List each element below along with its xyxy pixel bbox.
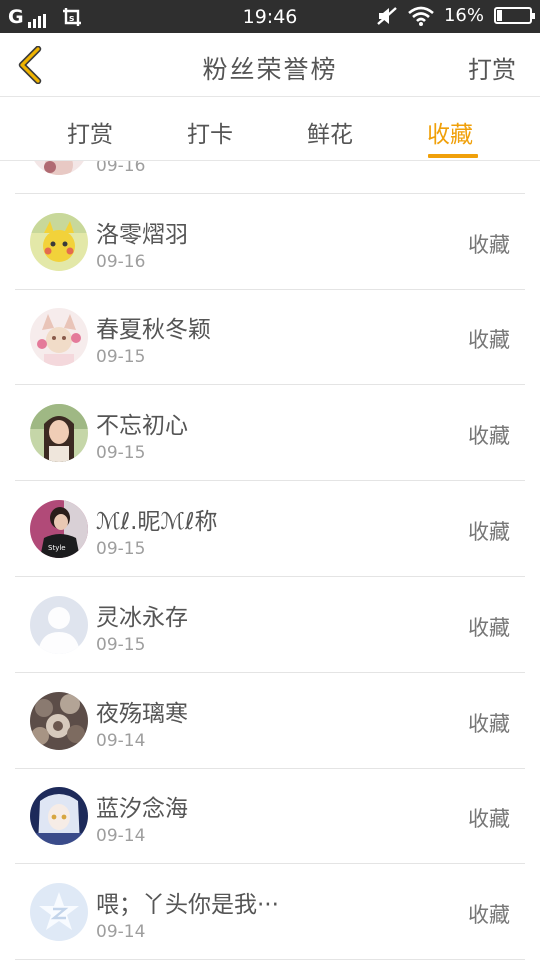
item-date: 09-15 <box>96 443 146 463</box>
avatar <box>30 213 88 271</box>
tab-checkin[interactable]: 打卡 <box>150 97 270 160</box>
list-item[interactable]: 春夏秋冬颖 09-15 收藏 <box>15 289 525 385</box>
page-title: 粉丝荣誉榜 <box>202 55 338 84</box>
item-date: 09-14 <box>96 826 146 846</box>
tab-label: 打赏 <box>67 122 113 148</box>
battery-fill <box>497 10 502 21</box>
wifi-icon <box>408 6 434 26</box>
tab-label: 打卡 <box>187 122 233 148</box>
item-name: 灵冰永存 <box>96 605 188 631</box>
item-name: 春夏秋冬颖 <box>96 317 211 343</box>
item-date: 09-16 <box>96 252 146 272</box>
item-action: 收藏 <box>468 233 510 257</box>
list-item[interactable]: 09-16 <box>15 161 525 194</box>
reward-button[interactable]: 打赏 <box>468 50 516 85</box>
tab-label: 收藏 <box>427 122 473 148</box>
avatar <box>30 404 88 462</box>
battery-percent: 16% <box>443 5 484 26</box>
tab-bar: 打赏 打卡 鲜花 收藏 <box>0 97 540 161</box>
list-item[interactable]: 夜殇璃寒 09-14 收藏 <box>15 673 525 769</box>
avatar <box>30 883 88 941</box>
list-item[interactable]: Style ℳℓ.昵ℳℓ称 09-15 收藏 <box>15 481 525 577</box>
mute-icon <box>377 6 397 25</box>
item-name: 蓝汐念海 <box>96 796 188 822</box>
item-date: 09-14 <box>96 922 146 942</box>
item-action: 收藏 <box>468 712 510 736</box>
default-avatar-icon <box>30 596 88 654</box>
item-date: 09-15 <box>96 347 146 367</box>
status-bar: G s 19:46 16% <box>0 0 540 33</box>
avatar <box>30 787 88 845</box>
avatar <box>30 308 88 366</box>
list-item[interactable]: 洛零熠羽 09-16 收藏 <box>15 194 525 290</box>
item-action: 收藏 <box>468 807 510 831</box>
item-action: 收藏 <box>468 520 510 544</box>
item-date: 09-14 <box>96 731 146 751</box>
top-nav-bar: 粉丝荣誉榜 打赏 <box>0 33 540 97</box>
tab-favorites[interactable]: 收藏 <box>390 97 510 160</box>
avatar <box>30 161 88 175</box>
avatar <box>30 596 88 654</box>
tab-label: 鲜花 <box>307 122 353 148</box>
item-action: 收藏 <box>468 424 510 448</box>
battery-icon <box>494 7 535 24</box>
list-item[interactable]: 蓝汐念海 09-14 收藏 <box>15 768 525 864</box>
active-tab-indicator <box>428 154 478 158</box>
list-item[interactable]: 灵冰永存 09-15 收藏 <box>15 577 525 673</box>
status-right: 16% <box>376 5 535 26</box>
list-item[interactable]: 不忘初心 09-15 收藏 <box>15 385 525 481</box>
item-action: 收藏 <box>468 903 510 927</box>
avatar <box>30 692 88 750</box>
item-date: 09-16 <box>96 161 146 176</box>
item-name: 喂；丫头你是我··· <box>96 892 279 918</box>
tab-flowers[interactable]: 鲜花 <box>270 97 390 160</box>
svg-text:Style: Style <box>48 544 66 552</box>
item-action: 收藏 <box>468 616 510 640</box>
item-date: 09-15 <box>96 539 146 559</box>
item-date: 09-15 <box>96 635 146 655</box>
item-name: ℳℓ.昵ℳℓ称 <box>96 509 218 535</box>
item-name: 洛零熠羽 <box>96 222 188 248</box>
qzone-star-icon <box>30 883 88 941</box>
item-action: 收藏 <box>468 328 510 352</box>
list-item[interactable]: 喂；丫头你是我··· 09-14 收藏 <box>15 864 525 960</box>
fan-list[interactable]: 09-16 洛零熠羽 09-16 收藏 春夏秋冬颖 09-15 收藏 不忘初心 … <box>0 161 540 960</box>
item-name: 不忘初心 <box>96 413 188 439</box>
avatar: Style <box>30 500 88 558</box>
tab-reward[interactable]: 打赏 <box>30 97 150 160</box>
item-name: 夜殇璃寒 <box>96 701 188 727</box>
